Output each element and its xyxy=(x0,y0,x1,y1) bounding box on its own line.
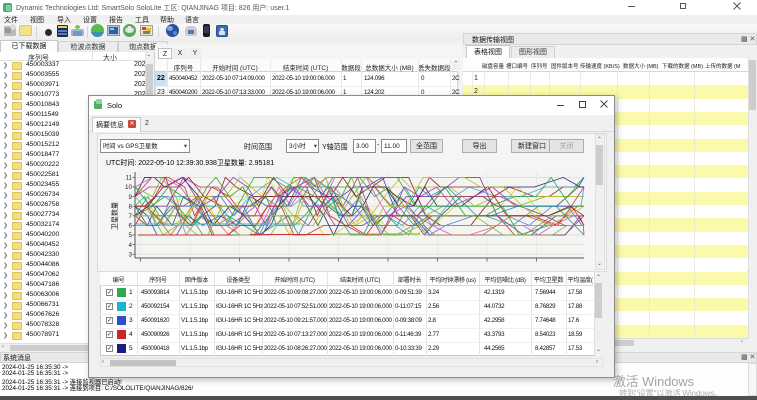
svg-text:4: 4 xyxy=(128,242,132,249)
svg-text:3: 3 xyxy=(128,251,132,258)
svg-text:8: 8 xyxy=(128,203,132,210)
svg-text:5: 5 xyxy=(128,232,132,239)
svg-text:卫星数量: 卫星数量 xyxy=(110,202,119,230)
svg-text:11: 11 xyxy=(125,175,132,182)
svg-text:7: 7 xyxy=(128,213,132,220)
svg-text:10: 10 xyxy=(125,184,133,191)
svg-text:6: 6 xyxy=(128,223,132,230)
svg-text:9: 9 xyxy=(128,194,132,201)
